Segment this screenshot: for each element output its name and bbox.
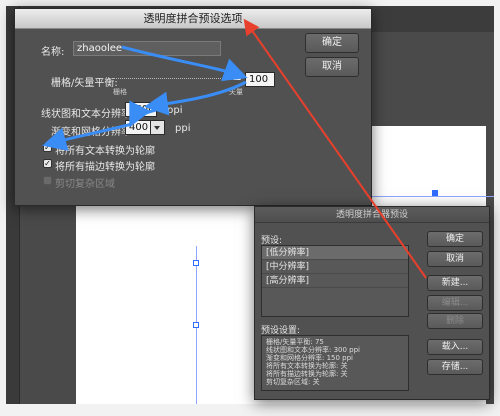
line-resolution-label: 线状图和文本分辨率: bbox=[41, 109, 135, 120]
clip-complex-label: 剪切复杂区域 bbox=[55, 179, 115, 190]
settings-panel: 栅格/矢量平衡: 75 线状图和文本分辨率: 300 ppi 渐变和网格分辨率:… bbox=[261, 335, 409, 391]
text-outline-checkbox[interactable]: ✓ bbox=[43, 143, 52, 152]
list-item[interactable]: [高分辨率] bbox=[262, 274, 408, 288]
flattener-presets-dialog: 透明度拼合器预设 预设: [低分辨率] [中分辨率] [高分辨率] 预设设置: … bbox=[254, 206, 490, 400]
dialog-title: 透明度拼合预设选项 bbox=[15, 9, 371, 29]
raster-vector-slider-track[interactable] bbox=[113, 78, 241, 79]
settings-line: 渐变和网格分辨率: 150 ppi bbox=[266, 354, 354, 362]
delete-preset-button: 删除 bbox=[427, 313, 483, 329]
anchor-point[interactable] bbox=[193, 322, 199, 328]
clip-complex-checkbox bbox=[43, 176, 52, 185]
anchor-point[interactable] bbox=[193, 260, 199, 266]
gradient-resolution-label: 渐变和网格分辨率: bbox=[51, 127, 135, 138]
stroke-outline-label: 将所有描边转换为轮廓 bbox=[55, 162, 155, 173]
raster-end-label: 栅格 bbox=[113, 88, 127, 96]
load-preset-button[interactable]: 载入... bbox=[427, 339, 483, 355]
edit-preset-button: 编辑... bbox=[427, 295, 483, 311]
raster-vector-field[interactable]: 100 bbox=[245, 72, 275, 87]
settings-line: 将所有描边转换为轮廓: 关 bbox=[266, 370, 348, 378]
name-field[interactable]: zhaoolee bbox=[73, 41, 221, 56]
anchor-point[interactable] bbox=[432, 190, 438, 196]
line-resolution-unit: ppi bbox=[167, 105, 183, 116]
stroke-outline-checkbox[interactable]: ✓ bbox=[43, 159, 52, 168]
line-resolution-field[interactable]: 1600 bbox=[125, 102, 157, 117]
gradient-resolution-unit: ppi bbox=[175, 123, 191, 134]
save-preset-button[interactable]: 存储... bbox=[427, 359, 483, 375]
text-outline-label: 将所有文本转换为轮廓 bbox=[55, 146, 155, 157]
preset-cancel-button[interactable]: 取消 bbox=[427, 251, 483, 267]
vector-end-label: 矢量 bbox=[229, 88, 243, 96]
settings-line: 栅格/矢量平衡: 75 bbox=[266, 338, 324, 346]
presets-list[interactable]: [低分辨率] [中分辨率] [高分辨率] bbox=[261, 245, 409, 317]
preset-ok-button[interactable]: 确定 bbox=[427, 231, 483, 247]
gradient-resolution-dropdown[interactable] bbox=[151, 120, 165, 135]
settings-line: 将所有文本转换为轮廓: 关 bbox=[266, 362, 348, 370]
list-item[interactable]: [中分辨率] bbox=[262, 260, 408, 274]
settings-line: 线状图和文本分辨率: 300 ppi bbox=[266, 346, 361, 354]
ok-button[interactable]: 确定 bbox=[305, 33, 359, 53]
list-item[interactable]: [低分辨率] bbox=[262, 246, 408, 260]
gradient-resolution-field[interactable]: 400 bbox=[125, 120, 151, 135]
cancel-button[interactable]: 取消 bbox=[305, 57, 359, 77]
flattener-options-dialog: 透明度拼合预设选项 名称: zhaoolee 栅格/矢量平衡: 栅格 矢量 10… bbox=[14, 8, 372, 206]
settings-line: 剪切复杂区域: 关 bbox=[266, 378, 320, 386]
new-preset-button[interactable]: 新建... bbox=[427, 275, 483, 291]
name-label: 名称: bbox=[41, 47, 65, 58]
dialog-title: 透明度拼合器预设 bbox=[255, 207, 489, 223]
raster-vector-slider-thumb[interactable] bbox=[233, 74, 241, 80]
raster-vector-label: 栅格/矢量平衡: bbox=[51, 78, 118, 89]
